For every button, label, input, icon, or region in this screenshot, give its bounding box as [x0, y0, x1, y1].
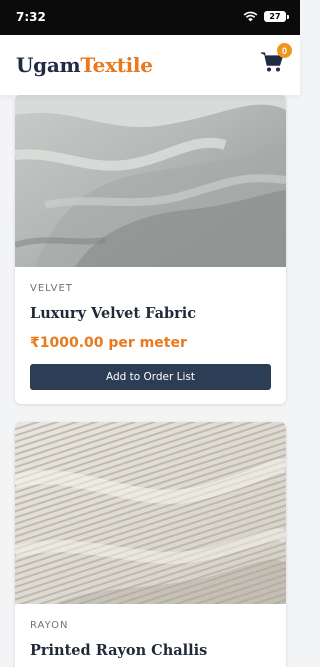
product-card-body: VELVET Luxury Velvet Fabric ₹1000.00 per…	[15, 267, 286, 404]
brand-part-1: Ugam	[16, 53, 81, 77]
status-icons: 27	[243, 11, 289, 22]
product-category: RAYON	[30, 620, 69, 631]
wifi-icon	[243, 11, 258, 22]
product-image	[15, 95, 286, 267]
app-header: UgamTextile 0	[0, 35, 300, 95]
product-image	[15, 422, 286, 604]
cart-button[interactable]: 0	[260, 43, 292, 77]
product-list[interactable]: VELVET Luxury Velvet Fabric ₹1000.00 per…	[0, 95, 300, 667]
product-card[interactable]: RAYON Printed Rayon Challis	[15, 422, 286, 667]
product-card-body: RAYON Printed Rayon Challis	[15, 604, 286, 667]
product-title[interactable]: Printed Rayon Challis	[30, 642, 271, 659]
status-bar: 7:32 27	[0, 0, 300, 35]
product-category: VELVET	[30, 283, 73, 294]
product-card[interactable]: VELVET Luxury Velvet Fabric ₹1000.00 per…	[15, 95, 286, 404]
add-to-order-list-button[interactable]: Add to Order List	[30, 364, 271, 390]
cart-count-badge: 0	[277, 43, 292, 58]
battery-icon: 27	[264, 11, 289, 22]
brand-part-2: Textile	[80, 53, 153, 77]
battery-level: 27	[269, 12, 281, 21]
product-price: ₹1000.00 per meter	[30, 335, 187, 351]
brand-logo[interactable]: UgamTextile	[16, 53, 153, 77]
status-time: 7:32	[16, 10, 46, 24]
product-title[interactable]: Luxury Velvet Fabric	[30, 305, 271, 322]
